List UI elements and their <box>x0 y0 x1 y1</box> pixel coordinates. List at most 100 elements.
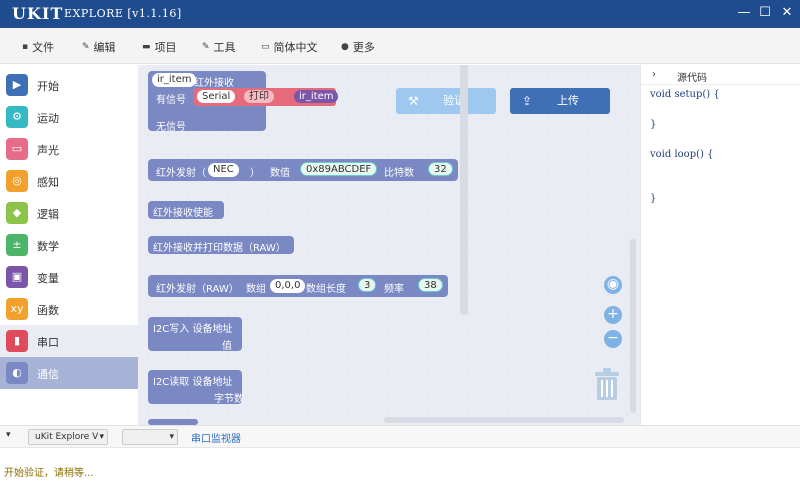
code-line: void setup() { <box>650 89 720 100</box>
menu-edit[interactable]: ✎ 编辑 <box>82 39 116 55</box>
code-panel-header[interactable]: › 源代码 <box>641 65 800 85</box>
category-icon: ▣ <box>6 266 28 288</box>
print-select[interactable]: 打印 <box>244 90 274 103</box>
ir-send-title: 红外发射（ <box>156 168 206 179</box>
console-message: 开始验证，请稍等... <box>4 468 94 479</box>
i2c-read-block[interactable]: I2C读取 设备地址 字节数 <box>148 370 244 405</box>
keyboard-icon: ▭ <box>261 42 270 52</box>
ir-print-raw-block[interactable]: 红外接收并打印数据（RAW） <box>148 236 294 254</box>
serial-select[interactable]: Serial <box>197 90 236 103</box>
length-input[interactable]: 3 <box>358 278 377 292</box>
recenter-button[interactable]: ◉ <box>604 276 622 294</box>
menu-language[interactable]: ▭ 简体中文 <box>261 39 318 55</box>
chevron-down-icon[interactable]: ▾ <box>6 430 11 440</box>
title-bar: UKIT EXPLORE [v1.1.16] — ☐ ✕ <box>0 0 800 28</box>
i2c-read-title: I2C读取 设备地址 <box>153 377 233 388</box>
code-panel-title: 源代码 <box>677 73 707 84</box>
toolbox-scrollbar[interactable] <box>460 65 468 315</box>
freq-label: 频率 <box>384 284 404 295</box>
port-select[interactable]: ▾ <box>122 429 178 445</box>
verify-button[interactable]: ⚒ 验证 <box>396 88 496 114</box>
ir-send-raw-block[interactable]: 红外发射（RAW） 数组 0,0,0 数组长度 3 频率 38 <box>148 275 448 297</box>
category-item[interactable]: ▣ 变量 <box>0 261 138 293</box>
data-input[interactable]: 0x89ABCDEF <box>300 162 378 176</box>
zoom-in-button[interactable]: + <box>604 306 622 324</box>
board-select[interactable]: uKit Explore V ▾ <box>28 429 108 445</box>
i2c-write-block[interactable]: I2C写入 设备地址 值 <box>148 317 242 352</box>
category-label: 开始 <box>37 80 59 93</box>
port-dropdown-icon: ▾ <box>169 432 174 442</box>
category-item[interactable]: ± 数学 <box>0 229 138 261</box>
category-icon: ⚙ <box>6 106 28 128</box>
hammer-icon: ⚒ <box>408 94 419 108</box>
data-label: 数值 <box>270 168 290 179</box>
category-icon: ◎ <box>6 170 28 192</box>
category-icon: ◐ <box>6 362 28 384</box>
serial-print-block[interactable]: Serial 打印 ir_item <box>194 88 339 106</box>
category-item[interactable]: ⚙ 运动 <box>0 101 138 133</box>
i2c-write-title: I2C写入 设备地址 <box>153 324 233 335</box>
ir-receive-title: 红外接收 <box>194 78 234 89</box>
category-label: 声光 <box>37 144 59 157</box>
code-line: } <box>650 193 657 204</box>
close-button[interactable]: ✕ <box>779 5 795 21</box>
window-title: EXPLORE [v1.1.16] <box>64 7 182 20</box>
length-label: 数组长度 <box>306 284 346 295</box>
category-item[interactable]: ◆ 逻辑 <box>0 197 138 229</box>
category-item[interactable]: xy 函数 <box>0 293 138 325</box>
bits-input[interactable]: 32 <box>428 162 453 176</box>
category-item[interactable]: ▶ 开始 <box>0 69 138 101</box>
menu-label: 简体中文 <box>273 41 318 54</box>
category-item[interactable]: ◐ 通信 <box>0 357 138 389</box>
ir-enable-block[interactable]: 红外接收使能 <box>148 201 224 219</box>
ir-item-value[interactable]: ir_item <box>294 90 339 103</box>
wrench-icon: ✎ <box>202 42 210 52</box>
minimize-button[interactable]: — <box>736 5 752 21</box>
ir-print-raw-label: 红外接收并打印数据（RAW） <box>153 243 286 254</box>
workspace-horizontal-scrollbar[interactable] <box>384 417 624 423</box>
maximize-button[interactable]: ☐ <box>757 5 773 21</box>
zoom-out-button[interactable]: − <box>604 330 622 348</box>
category-label: 变量 <box>37 272 59 285</box>
menu-label: 更多 <box>352 41 375 54</box>
menu-more[interactable]: ● 更多 <box>341 39 375 55</box>
workspace-vertical-scrollbar[interactable] <box>630 239 636 413</box>
app-logo: UKIT <box>12 4 64 23</box>
menu-label: 项目 <box>154 41 177 54</box>
chevron-right-icon[interactable]: › <box>652 69 656 80</box>
category-label: 运动 <box>37 112 59 125</box>
trash-icon[interactable] <box>592 366 622 402</box>
i2c-bytes-label: 字节数 <box>214 394 244 405</box>
upload-label: 上传 <box>557 94 579 107</box>
menu-tools[interactable]: ✎ 工具 <box>202 39 236 55</box>
category-label: 串口 <box>37 336 59 349</box>
has-signal-label: 有信号 <box>156 95 186 106</box>
upload-icon: ⇪ <box>522 94 533 108</box>
menu-file[interactable]: ▪ 文件 <box>22 39 54 55</box>
array-input[interactable]: 0,0,0 <box>270 279 306 293</box>
category-label: 通信 <box>37 368 59 381</box>
ir-send-block[interactable]: 红外发射（ NEC ） 数值 0x89ABCDEF 比特数 32 <box>148 159 458 181</box>
no-signal-label: 无信号 <box>156 122 186 133</box>
board-select-value: uKit Explore V <box>35 432 99 442</box>
board-dropdown-icon: ▾ <box>99 432 104 442</box>
folder-icon: ▬ <box>142 42 151 52</box>
file-icon: ▪ <box>22 42 29 52</box>
category-icon: ◆ <box>6 202 28 224</box>
menu-label: 文件 <box>32 41 55 54</box>
serial-monitor-link[interactable]: 串口监视器 <box>191 430 241 445</box>
console-toolbar: ▾ uKit Explore V ▾ ▾ 串口监视器 <box>0 426 800 448</box>
bits-label: 比特数 <box>384 168 414 179</box>
category-item[interactable]: ▮ 串口 <box>0 325 138 357</box>
block-workspace[interactable]: ir_item 红外接收 有信号 无信号 Serial 打印 ir_item 红… <box>138 65 640 425</box>
category-item[interactable]: ◎ 感知 <box>0 165 138 197</box>
i2c-value-label: 值 <box>222 341 232 352</box>
menu-label: 工具 <box>213 41 236 54</box>
ir-item-var[interactable]: ir_item <box>152 73 197 87</box>
category-item[interactable]: ▭ 声光 <box>0 133 138 165</box>
freq-input[interactable]: 38 <box>418 278 443 292</box>
menu-project[interactable]: ▬ 项目 <box>142 39 177 55</box>
upload-button[interactable]: ⇪ 上传 <box>510 88 610 114</box>
menu-bar: ▪ 文件 ✎ 编辑 ▬ 项目 ✎ 工具 ▭ 简体中文 ● 更多 <box>0 28 800 64</box>
protocol-select[interactable]: NEC <box>208 163 239 177</box>
